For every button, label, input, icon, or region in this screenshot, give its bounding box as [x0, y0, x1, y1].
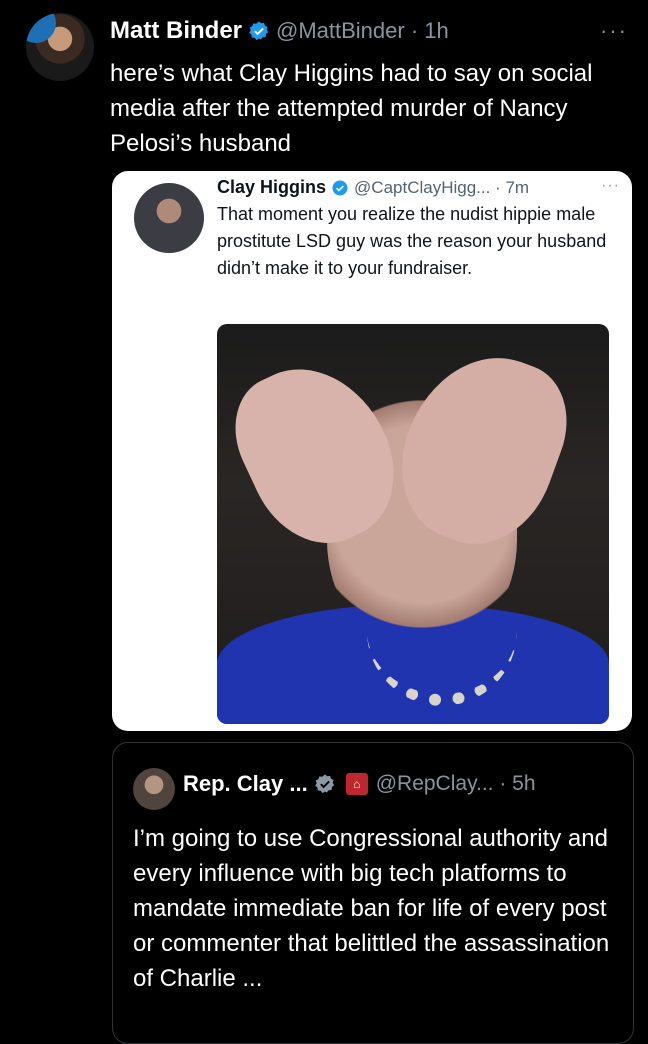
embedded-verified-badge-icon: [332, 180, 348, 195]
quoted-tweet-header: Rep. Clay ... ⌂ @RepClay... · 5h: [183, 771, 536, 797]
author-name[interactable]: Matt Binder: [110, 17, 242, 45]
quoted-tweet-text: I’m going to use Congressional authority…: [133, 825, 610, 992]
embedded-tweet-text: That moment you realize the nudist hippi…: [217, 204, 607, 278]
quoted-tweet[interactable]: Rep. Clay ... ⌂ @RepClay... · 5h I’m goi…: [112, 742, 634, 1044]
author-handle[interactable]: @MattBinder · 1h: [276, 18, 449, 44]
quoted-author-name: Rep. Clay ...: [183, 771, 308, 796]
embedded-author-handle: @CaptClayHigg... · 7m: [354, 177, 530, 197]
verified-badge-icon: [249, 21, 269, 41]
embedded-more-icon: ···: [601, 177, 620, 194]
quoted-author-avatar: [133, 768, 175, 810]
quoted-author-handle: @RepClay... · 5h: [375, 772, 536, 795]
tweet-text: here’s what Clay Higgins had to say on s…: [110, 60, 600, 157]
embedded-photo: [217, 324, 609, 724]
tweet-header: Matt Binder @MattBinder · 1h ···: [110, 14, 628, 48]
congress-affiliation-icon: ⌂: [345, 773, 368, 795]
embedded-tweet-header: Clay Higgins @CaptClayHigg... · 7m: [217, 177, 529, 198]
quoted-verified-badge-icon: [314, 774, 334, 794]
embedded-author-avatar: [134, 183, 204, 253]
embedded-screenshot-image[interactable]: Clay Higgins @CaptClayHigg... · 7m ··· T…: [112, 171, 632, 731]
more-options-icon[interactable]: ···: [600, 18, 628, 44]
embedded-author-name: Clay Higgins: [217, 177, 327, 197]
author-avatar[interactable]: [26, 13, 94, 81]
